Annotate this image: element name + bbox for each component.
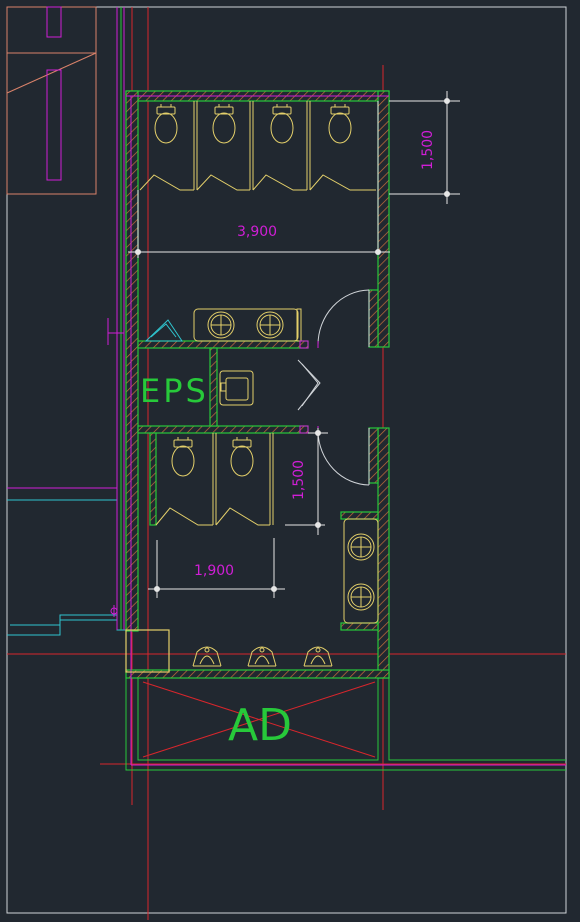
top-sinks bbox=[207, 311, 284, 339]
toilet-icon bbox=[171, 437, 195, 477]
urinals bbox=[192, 646, 333, 667]
ad-shaft: AD bbox=[142, 681, 376, 758]
top-vanity bbox=[193, 308, 302, 342]
dimension-top-depth: 1,500 bbox=[420, 130, 436, 170]
toilet-icon bbox=[230, 437, 254, 477]
bottom-stall-partitions bbox=[155, 433, 274, 526]
toilet-icon bbox=[154, 104, 178, 144]
corner-sink bbox=[144, 319, 183, 342]
floor-plan-canvas: AD EPS 3,900 1,500 1,500 1,900 bbox=[6, 6, 567, 920]
mop-sink bbox=[219, 370, 254, 406]
grid-lines bbox=[7, 7, 566, 920]
toilet-icon bbox=[328, 104, 352, 144]
dimension-bottom-width: 1,900 bbox=[194, 563, 234, 579]
toilet-icon bbox=[212, 104, 236, 144]
sink-icon bbox=[347, 533, 375, 561]
urinal-icon bbox=[303, 646, 333, 667]
sink-icon bbox=[256, 311, 284, 339]
ad-label: AD bbox=[228, 700, 292, 751]
doors bbox=[297, 289, 370, 486]
dimension-bottom-depth: 1,500 bbox=[291, 460, 307, 500]
urinal-icon bbox=[192, 646, 222, 667]
eps-label: EPS bbox=[140, 372, 209, 410]
urinal-icon bbox=[247, 646, 277, 667]
sink-icon bbox=[347, 583, 375, 611]
drawing-frame bbox=[6, 6, 567, 914]
dimension-top-width: 3,900 bbox=[237, 224, 277, 240]
sink-icon bbox=[207, 311, 235, 339]
toilet-icon bbox=[270, 104, 294, 144]
side-sinks bbox=[347, 533, 375, 611]
